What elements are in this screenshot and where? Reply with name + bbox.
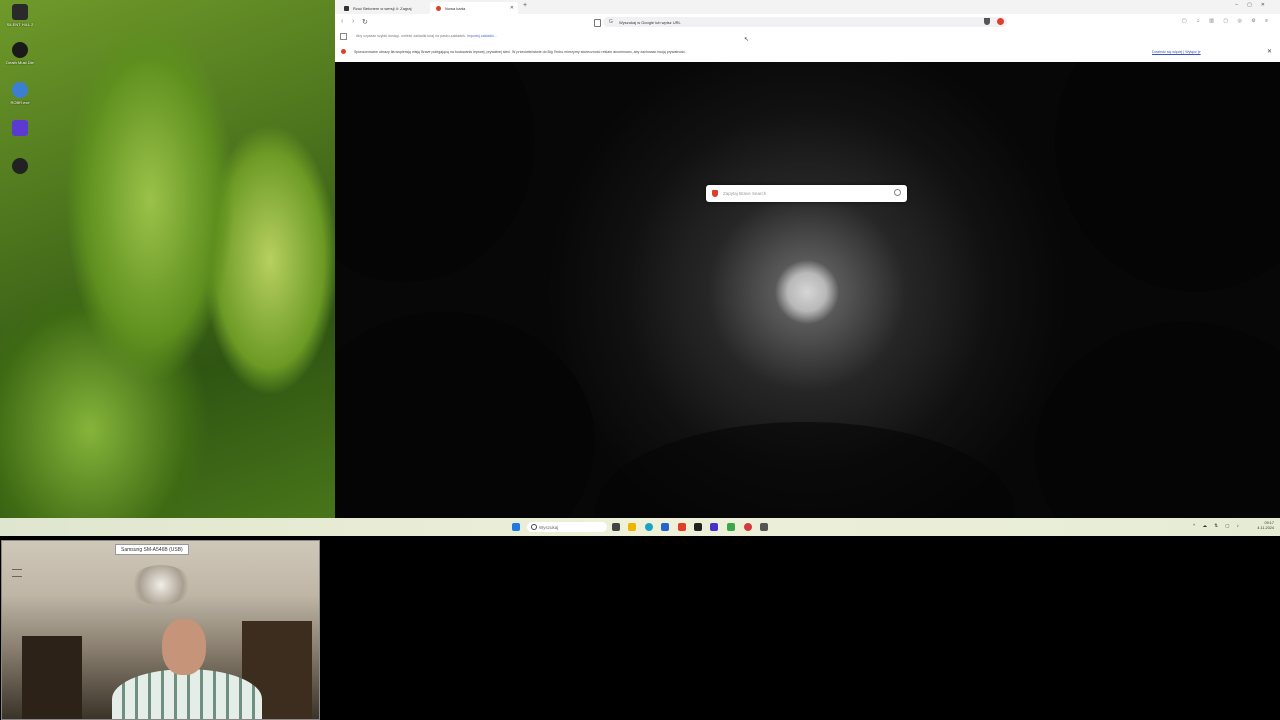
search-icon xyxy=(531,524,537,530)
brave-logo-icon xyxy=(712,190,718,197)
app-icon[interactable] xyxy=(760,523,768,531)
app-icon[interactable] xyxy=(727,523,735,531)
app-icon xyxy=(12,82,28,98)
close-tab-icon[interactable]: ✕ xyxy=(510,5,514,11)
file-explorer-icon[interactable] xyxy=(628,523,636,531)
tab-new-tab[interactable]: Nowa karta ✕ xyxy=(430,2,518,14)
google-icon: G xyxy=(609,19,613,25)
toolbar-extensions[interactable]: ▢ ♫ ▥ ▢ ◎ ⚙ ≡ xyxy=(1182,18,1272,24)
person-head xyxy=(162,619,206,675)
taskbar-search-placeholder: Wyszukaj xyxy=(539,524,559,530)
search-placeholder: Zapytaj Brave Search xyxy=(723,191,767,196)
taskbar: Wyszukaj ^ ☁ ⇅ ▢ ♪ 09:17 4.11.2024 xyxy=(0,518,1280,536)
address-bar[interactable]: G Wyszukaj w Google lub wpisz URL xyxy=(603,17,1007,27)
task-view-icon[interactable] xyxy=(612,523,620,531)
new-tab-page-background: Zapytaj Brave Search xyxy=(335,62,1280,518)
bookmarks-bar: Aby uzyskać szybki dostęp, umieść zakład… xyxy=(335,30,1280,42)
desktop-icon-app[interactable] xyxy=(6,120,34,138)
taskbar-search[interactable]: Wyszukaj xyxy=(527,522,607,532)
game-icon xyxy=(12,4,28,20)
menu-icon[interactable] xyxy=(12,569,22,577)
brave-icon xyxy=(436,5,441,11)
app-icon[interactable] xyxy=(710,523,718,531)
brave-icon[interactable] xyxy=(678,523,686,531)
app-icon xyxy=(12,120,28,136)
tree-silhouette xyxy=(335,62,535,282)
tree-silhouette xyxy=(335,312,595,518)
tree-silhouette xyxy=(595,422,1015,518)
brave-icon xyxy=(341,49,346,54)
new-tab-button[interactable]: + xyxy=(523,2,527,9)
webcam-preview: Samsung SM-A546B (USB) xyxy=(1,540,320,720)
tab-game[interactable]: Rzuć Betonem w wersji 4: Zagraj xyxy=(338,2,428,14)
tree-silhouette xyxy=(1035,322,1280,518)
brave-search-box[interactable]: Zapytaj Brave Search xyxy=(706,185,907,202)
ceiling-lamp xyxy=(130,565,192,605)
person-body xyxy=(112,669,262,719)
apps-grid-icon[interactable] xyxy=(340,33,347,40)
tree-silhouette xyxy=(1055,62,1280,292)
clock-date: 4.11.2024 xyxy=(1257,526,1274,530)
search-icon[interactable] xyxy=(894,189,901,196)
background-furniture xyxy=(22,636,82,719)
desktop-icon-label: Death Must Die xyxy=(6,60,34,65)
desktop-icon-label: SILENT HILL 2 xyxy=(6,22,34,27)
steam-icon xyxy=(12,158,28,174)
import-bookmarks-link[interactable]: Importuj zakładki... xyxy=(467,34,497,38)
notice-link[interactable]: Dowiedz się więcej | Wyłącz je xyxy=(1152,50,1201,54)
desktop-icon-death-must-die[interactable]: Death Must Die xyxy=(6,42,34,65)
brave-shields-icon[interactable] xyxy=(984,18,990,25)
store-icon[interactable] xyxy=(661,523,669,531)
toolbar: ‹ › ↻ G Wyszukaj w Google lub wpisz URL xyxy=(335,14,1280,30)
tab-strip: Rzuć Betonem w wersji 4: Zagraj Nowa kar… xyxy=(335,0,1280,14)
bookmarks-hint: Aby uzyskać szybki dostęp, umieść zakład… xyxy=(356,34,497,38)
tab-title: Rzuć Betonem w wersji 4: Zagraj xyxy=(353,5,412,11)
tab-title: Nowa karta xyxy=(445,5,466,11)
back-icon[interactable]: ‹ xyxy=(341,18,343,25)
edge-icon[interactable] xyxy=(645,523,653,531)
app-icon[interactable] xyxy=(744,523,752,531)
brave-rewards-icon[interactable] xyxy=(997,18,1004,25)
address-bar-text: Wyszukaj w Google lub wpisz URL xyxy=(619,19,681,25)
forward-icon[interactable]: › xyxy=(352,18,354,25)
mouse-cursor-icon: ↖ xyxy=(744,37,750,43)
sponsored-notice-bar: Sponsorowane obrazy tła wspierają misję … xyxy=(335,45,1280,59)
brave-browser-window: Rzuć Betonem w wersji 4: Zagraj Nowa kar… xyxy=(335,0,1280,518)
desktop-icon-robr[interactable]: ROBR.exe xyxy=(6,82,34,105)
webcam-device-label[interactable]: Samsung SM-A546B (USB) xyxy=(115,544,189,555)
window-controls[interactable]: –▢✕ xyxy=(1235,2,1274,8)
game-icon xyxy=(12,42,28,58)
close-icon[interactable]: ✕ xyxy=(1267,48,1272,55)
bookmark-icon[interactable] xyxy=(594,19,601,27)
terminal-icon[interactable] xyxy=(694,523,702,531)
desktop-icon-silent-hill[interactable]: SILENT HILL 2 xyxy=(6,4,34,27)
desktop-icon-label: ROBR.exe xyxy=(10,100,30,105)
system-tray[interactable]: ^ ☁ ⇅ ▢ ♪ xyxy=(1193,523,1242,529)
bookmarks-hint-text: Aby uzyskać szybki dostęp, umieść zakład… xyxy=(356,34,466,38)
desktop-icon-steam[interactable] xyxy=(6,158,34,176)
clock[interactable]: 09:17 4.11.2024 xyxy=(1257,521,1274,531)
notice-text: Sponsorowane obrazy tła wspierają misję … xyxy=(354,50,686,54)
start-icon[interactable] xyxy=(512,523,520,531)
site-favicon-icon xyxy=(344,5,349,11)
reload-icon[interactable]: ↻ xyxy=(362,18,368,26)
